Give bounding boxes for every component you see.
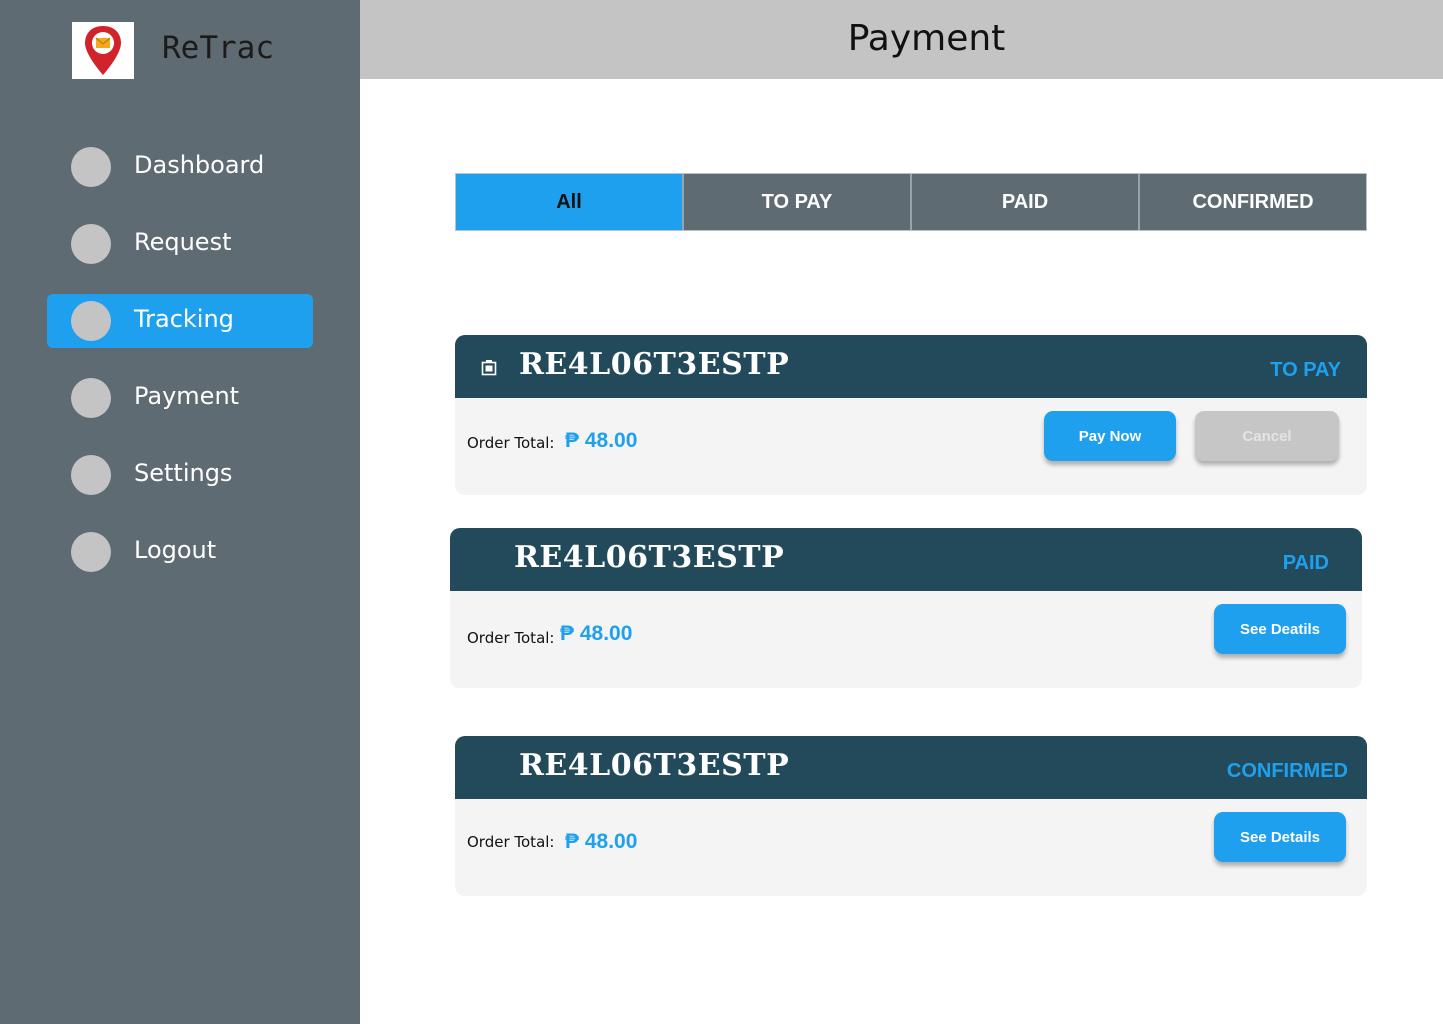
- sidebar-item-label: Logout: [134, 536, 217, 564]
- sidebar-item-label: Request: [134, 228, 232, 256]
- tab-all[interactable]: All: [456, 174, 684, 230]
- status-badge: CONFIRMED: [1226, 760, 1348, 782]
- status-badge: PAID: [1282, 552, 1329, 574]
- app-logo: [72, 22, 134, 79]
- order-total-value: ₱ 48.00: [565, 830, 638, 853]
- sidebar-item-settings[interactable]: Settings: [47, 448, 313, 502]
- sidebar-item-tracking[interactable]: Tracking: [47, 294, 313, 348]
- sidebar-item-dashboard[interactable]: Dashboard: [47, 140, 313, 194]
- see-details-button[interactable]: See Details: [1214, 812, 1346, 862]
- package-icon: [481, 360, 497, 376]
- tab-confirmed[interactable]: CONFIRMED: [1140, 174, 1366, 230]
- sidebar-item-payment[interactable]: Payment: [47, 371, 313, 425]
- see-details-button[interactable]: See Deatils: [1214, 604, 1346, 654]
- order-total-label: Order Total:: [467, 833, 555, 851]
- tracking-icon: [71, 301, 111, 341]
- order-card: RE4L06T3ESTP PAID Order Total: ₱ 48.00 S…: [450, 528, 1362, 688]
- pay-now-button[interactable]: Pay Now: [1044, 411, 1176, 461]
- payment-icon: [71, 378, 111, 418]
- page-title: Payment: [847, 18, 1006, 59]
- page-header: Payment: [360, 0, 1443, 79]
- order-id: RE4L06T3ESTP: [519, 748, 790, 783]
- order-card: RE4L06T3ESTP CONFIRMED Order Total: ₱ 48…: [455, 736, 1367, 896]
- request-icon: [71, 224, 111, 264]
- location-pin-mail-icon: [85, 26, 121, 75]
- order-total-label: Order Total:: [467, 629, 555, 647]
- settings-icon: [71, 455, 111, 495]
- order-card-header: RE4L06T3ESTP PAID: [450, 528, 1362, 591]
- order-total-label: Order Total:: [467, 434, 555, 452]
- sidebar: ReTrac Dashboard Request Tracking Paymen…: [0, 0, 360, 1024]
- dashboard-icon: [71, 147, 111, 187]
- sidebar-item-label: Payment: [134, 382, 240, 410]
- order-id: RE4L06T3ESTP: [519, 347, 790, 382]
- cancel-button[interactable]: Cancel: [1195, 411, 1339, 461]
- logout-icon: [71, 532, 111, 572]
- order-total-value: ₱ 48.00: [565, 429, 638, 452]
- tab-paid[interactable]: PAID: [912, 174, 1140, 230]
- sidebar-item-logout[interactable]: Logout: [47, 525, 313, 579]
- tab-to-pay[interactable]: TO PAY: [684, 174, 912, 230]
- sidebar-item-label: Dashboard: [134, 151, 265, 179]
- status-badge: TO PAY: [1270, 359, 1341, 381]
- order-card-header: RE4L06T3ESTP TO PAY: [455, 335, 1367, 398]
- sidebar-item-request[interactable]: Request: [47, 217, 313, 271]
- sidebar-item-label: Settings: [134, 459, 233, 487]
- order-card-header: RE4L06T3ESTP CONFIRMED: [455, 736, 1367, 799]
- status-tabs: All TO PAY PAID CONFIRMED: [455, 173, 1367, 231]
- order-total-value: ₱ 48.00: [560, 622, 633, 645]
- order-card: RE4L06T3ESTP TO PAY Order Total: ₱ 48.00…: [455, 335, 1367, 495]
- sidebar-item-label: Tracking: [134, 305, 234, 333]
- order-id: RE4L06T3ESTP: [514, 540, 785, 575]
- app-name: ReTrac: [162, 30, 274, 66]
